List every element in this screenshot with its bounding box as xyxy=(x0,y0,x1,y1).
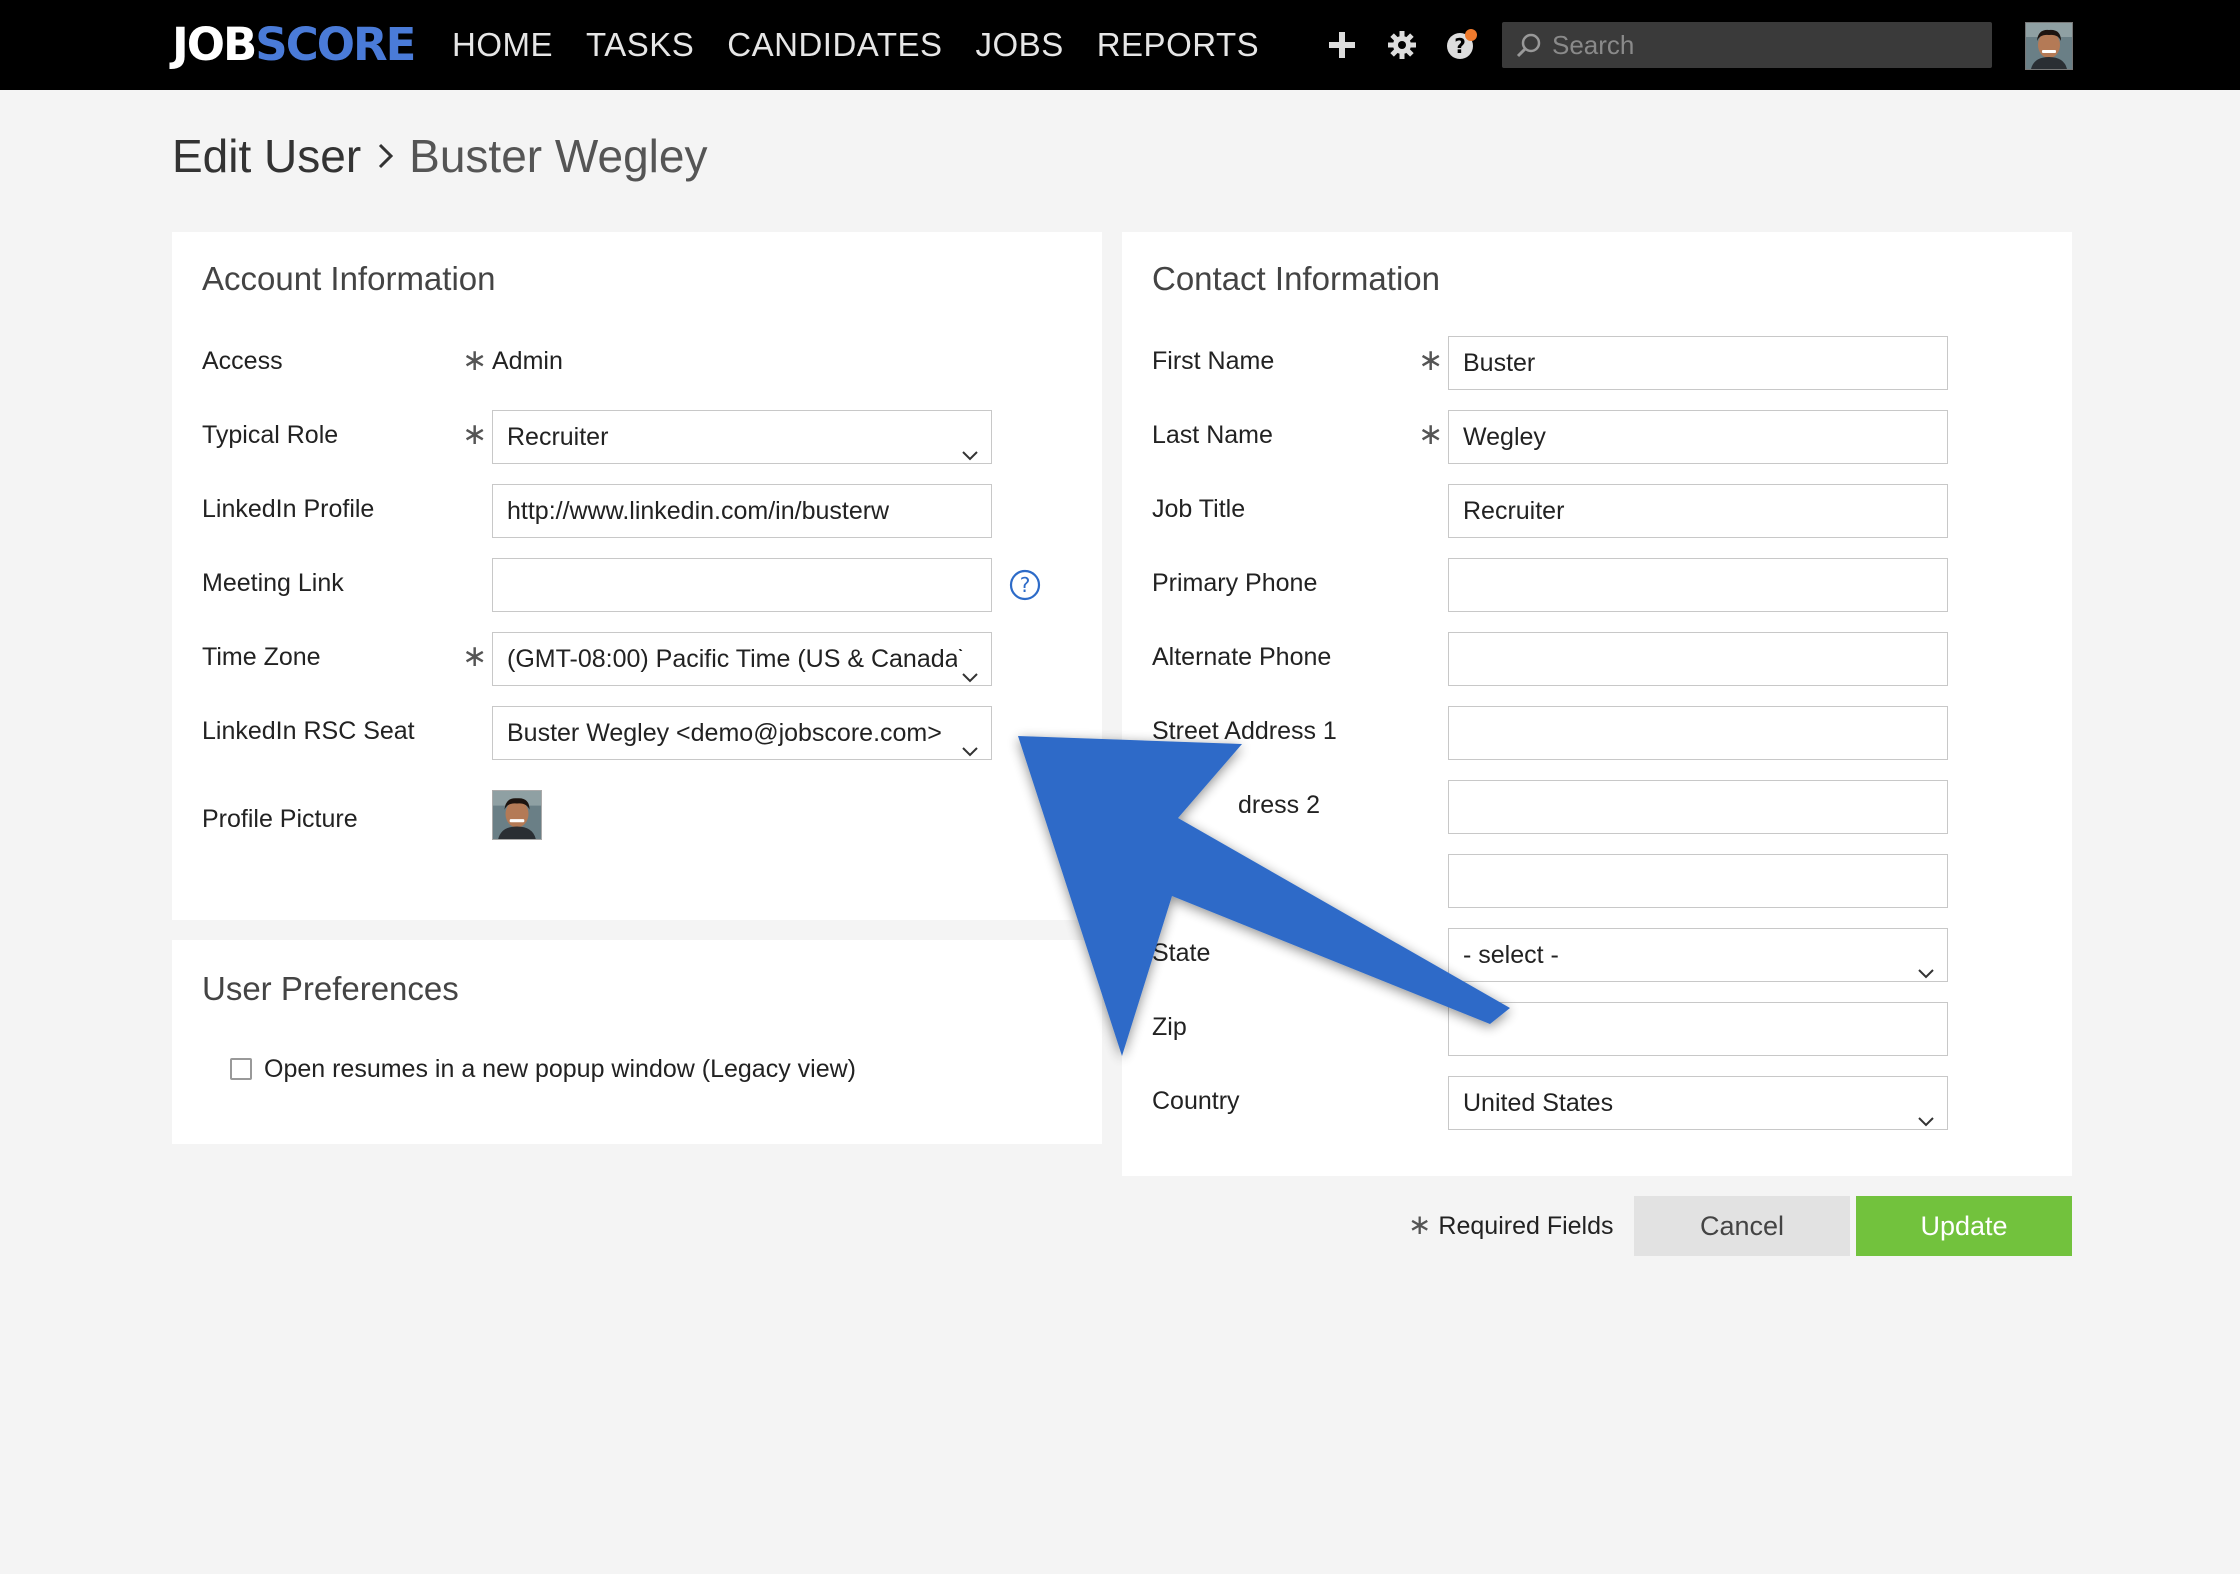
contact-information-heading: Contact Information xyxy=(1152,260,1440,297)
country-select[interactable]: United States xyxy=(1448,1076,1948,1130)
required-asterisk: ∗ xyxy=(462,344,488,377)
first-name-label: First Name xyxy=(1152,347,1275,375)
user-avatar[interactable] xyxy=(2025,22,2073,70)
user-preferences-heading: User Preferences xyxy=(202,970,459,1007)
profile-picture-label: Profile Picture xyxy=(202,805,358,833)
contact-information-panel: Contact Information First Name ∗ Last Na… xyxy=(1122,232,2072,1176)
page-title: Edit User Buster Wegley xyxy=(172,124,707,188)
chevron-down-icon xyxy=(957,651,979,685)
street-address-2-label: dress 2 xyxy=(1238,791,1320,819)
logo-score-text: SCORE xyxy=(255,18,416,71)
city-input[interactable] xyxy=(1448,854,1948,908)
search-icon xyxy=(1516,32,1542,63)
gear-icon[interactable] xyxy=(1383,26,1421,64)
svg-text:?: ? xyxy=(1454,34,1466,58)
account-information-heading: Account Information xyxy=(202,260,496,297)
primary-phone-label: Primary Phone xyxy=(1152,569,1318,597)
jobscore-logo[interactable]: JOBSCORE xyxy=(172,18,416,72)
linkedin-rsc-seat-label: LinkedIn RSC Seat xyxy=(202,717,415,745)
breadcrumb-edit-user[interactable]: Edit User xyxy=(172,124,361,188)
state-select[interactable]: - select - xyxy=(1448,928,1948,982)
required-asterisk: ∗ xyxy=(462,418,488,451)
country-value: United States xyxy=(1463,1089,1614,1117)
nav-reports[interactable]: REPORTS xyxy=(1097,22,1259,68)
street-address-2-input[interactable] xyxy=(1448,780,1948,834)
chevron-down-icon xyxy=(1917,947,1935,981)
svg-text:?: ? xyxy=(1020,573,1031,597)
required-fields-note: ∗ Required Fields xyxy=(1408,1210,1614,1241)
typical-role-select[interactable]: Recruiter xyxy=(492,410,992,464)
required-asterisk: ∗ xyxy=(1418,418,1444,451)
typical-role-value: Recruiter xyxy=(507,423,609,451)
alternate-phone-input[interactable] xyxy=(1448,632,1948,686)
linkedin-profile-label: LinkedIn Profile xyxy=(202,495,375,523)
primary-phone-input[interactable] xyxy=(1448,558,1948,612)
breadcrumb-user-name: Buster Wegley xyxy=(409,130,708,182)
street-address-1-label: Street Address 1 xyxy=(1152,717,1337,745)
typical-role-label: Typical Role xyxy=(202,421,339,449)
required-fields-text: Required Fields xyxy=(1438,1212,1614,1240)
linkedin-rsc-seat-select[interactable]: Buster Wegley <demo@jobscore.com> xyxy=(492,706,992,760)
chevron-down-icon xyxy=(1917,1095,1935,1129)
required-asterisk: ∗ xyxy=(462,640,488,673)
popup-window-checkbox[interactable] xyxy=(230,1058,252,1080)
chevron-down-icon xyxy=(961,429,979,463)
search-box xyxy=(1502,22,1992,68)
logo-job-text: JOB xyxy=(172,18,257,71)
chevron-right-icon xyxy=(377,141,395,171)
job-title-label: Job Title xyxy=(1152,495,1246,523)
state-label: State xyxy=(1152,939,1211,967)
top-navigation-bar: JOBSCORE HOME TASKS CANDIDATES JOBS REPO… xyxy=(0,0,2240,90)
country-label: Country xyxy=(1152,1087,1240,1115)
account-information-panel: Account Information Access ∗ Admin Typic… xyxy=(172,232,1102,920)
notification-dot xyxy=(1465,29,1477,41)
meeting-link-input[interactable] xyxy=(492,558,992,612)
popup-window-label[interactable]: Open resumes in a new popup window (Lega… xyxy=(264,1054,856,1084)
access-value: Admin xyxy=(492,347,563,375)
access-label: Access xyxy=(202,347,283,375)
street-address-1-input[interactable] xyxy=(1448,706,1948,760)
time-zone-value: (GMT-08:00) Pacific Time (US & Canada) xyxy=(507,645,967,673)
required-asterisk: ∗ xyxy=(1418,344,1444,377)
help-icon[interactable]: ? xyxy=(1443,26,1481,64)
meeting-link-label: Meeting Link xyxy=(202,569,344,597)
time-zone-label: Time Zone xyxy=(202,643,321,671)
profile-picture[interactable] xyxy=(492,790,542,840)
time-zone-select[interactable]: (GMT-08:00) Pacific Time (US & Canada) xyxy=(492,632,992,686)
user-preferences-panel: User Preferences Open resumes in a new p… xyxy=(172,940,1102,1144)
first-name-input[interactable] xyxy=(1448,336,1948,390)
plus-icon[interactable] xyxy=(1323,26,1361,64)
last-name-label: Last Name xyxy=(1152,421,1273,449)
nav-tasks[interactable]: TASKS xyxy=(586,22,694,68)
nav-jobs[interactable]: JOBS xyxy=(976,22,1064,68)
chevron-down-icon xyxy=(961,725,979,759)
nav-candidates[interactable]: CANDIDATES xyxy=(727,22,942,68)
required-asterisk: ∗ xyxy=(1408,1209,1432,1240)
state-value: - select - xyxy=(1463,941,1559,969)
linkedin-rsc-seat-value: Buster Wegley <demo@jobscore.com> xyxy=(507,719,942,747)
zip-label: Zip xyxy=(1152,1013,1187,1041)
search-input[interactable] xyxy=(1552,22,1982,68)
question-circle-icon[interactable]: ? xyxy=(1008,568,1042,607)
cancel-button[interactable]: Cancel xyxy=(1634,1196,1850,1256)
linkedin-profile-input[interactable] xyxy=(492,484,992,538)
zip-input[interactable] xyxy=(1448,1002,1948,1056)
update-button[interactable]: Update xyxy=(1856,1196,2072,1256)
job-title-input[interactable] xyxy=(1448,484,1948,538)
alternate-phone-label: Alternate Phone xyxy=(1152,643,1332,671)
main-nav: HOME TASKS CANDIDATES JOBS REPORTS xyxy=(452,22,1292,68)
last-name-input[interactable] xyxy=(1448,410,1948,464)
nav-home[interactable]: HOME xyxy=(452,22,553,68)
